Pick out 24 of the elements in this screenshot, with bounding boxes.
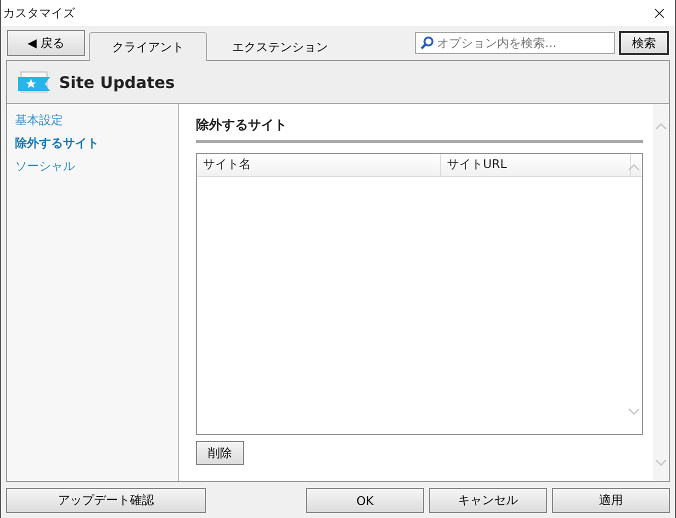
- window-title: カスタマイズ: [3, 4, 75, 22]
- column-header[interactable]: サイト名: [197, 154, 441, 176]
- section-title: 除外するサイト: [196, 116, 643, 143]
- back-button[interactable]: ◀ 戻る: [7, 30, 85, 56]
- scroll-up-icon[interactable]: [655, 122, 667, 130]
- tab[interactable]: クライアント: [89, 32, 207, 61]
- sidebar-item[interactable]: 基本設定: [15, 112, 170, 129]
- sidebar-item[interactable]: 除外するサイト: [15, 135, 170, 152]
- dialog-button[interactable]: 適用: [552, 488, 670, 513]
- scroll-up-icon[interactable]: [628, 163, 640, 171]
- scroll-down-icon[interactable]: [628, 408, 640, 416]
- dialog-button[interactable]: OK: [306, 488, 424, 513]
- check-updates-button[interactable]: アップデート確認: [6, 488, 206, 513]
- column-header[interactable]: サイトURL: [441, 154, 631, 176]
- sidebar-item[interactable]: ソーシャル: [15, 158, 170, 175]
- delete-button[interactable]: 削除: [196, 441, 244, 465]
- close-button[interactable]: ×: [652, 2, 667, 24]
- search-field[interactable]: オプション内を検索...: [415, 32, 615, 54]
- scroll-down-icon[interactable]: [655, 459, 667, 467]
- extension-title: Site Updates: [59, 72, 175, 92]
- search-icon: [420, 36, 434, 50]
- dialog-button[interactable]: キャンセル: [429, 488, 547, 513]
- tab[interactable]: エクステンション: [211, 32, 349, 61]
- search-button[interactable]: 検索: [619, 31, 669, 55]
